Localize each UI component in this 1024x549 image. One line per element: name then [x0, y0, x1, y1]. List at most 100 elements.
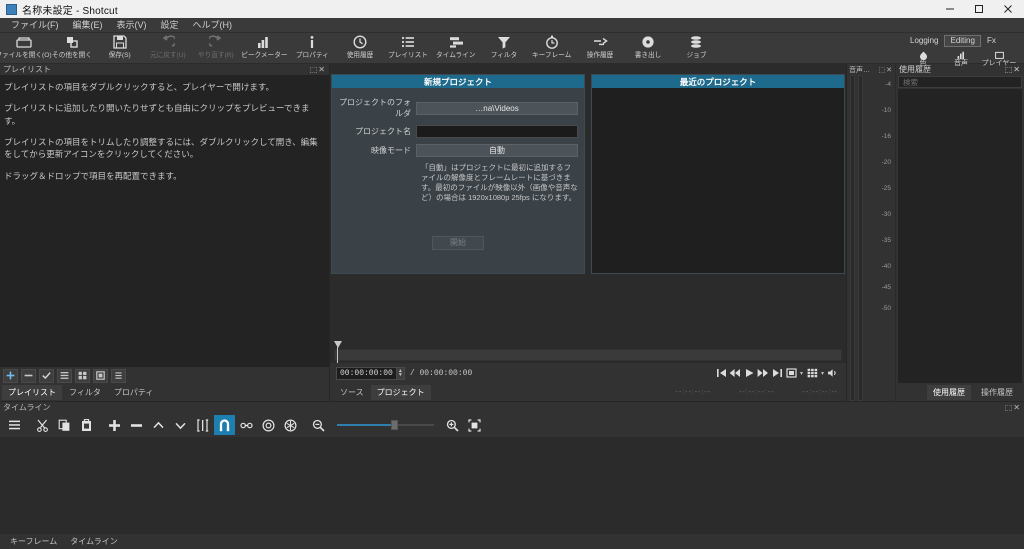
menu-edit[interactable]: 編集(E) [66, 18, 110, 32]
update-playlist-item-button[interactable] [39, 368, 54, 383]
tab-project[interactable]: プロジェクト [370, 384, 431, 400]
audio-meter-close-icon[interactable]: ⬚✕ [879, 66, 893, 74]
toolbar-jobs[interactable]: ジョブ [672, 33, 720, 64]
grid-chevron-down-icon[interactable]: ▾ [819, 370, 826, 377]
playlist-dock-close-icon[interactable]: ⬚✕ [310, 65, 326, 74]
layout-player-button[interactable]: プレイヤー [980, 50, 1018, 68]
tab-keyframes[interactable]: キーフレーム [4, 534, 63, 549]
tab-playlist[interactable]: プレイリスト [2, 385, 62, 400]
append-button[interactable] [104, 415, 125, 435]
audio-peak-meter-panel: 音声… ⬚✕ -4 -10 -16 -20 -25 -30 -35 -40 -4… [847, 64, 895, 401]
project-folder-input[interactable]: …na\Videos [416, 101, 578, 115]
remove-from-playlist-button[interactable] [21, 368, 36, 383]
close-button[interactable] [993, 0, 1022, 18]
title-bar: 名称未設定 - Shotcut [0, 0, 1024, 18]
toolbar-timeline[interactable]: タイムライン [432, 33, 480, 64]
layout-audio-button[interactable]: 音声 [942, 50, 980, 68]
menu-help[interactable]: ヘルプ(H) [186, 18, 240, 32]
zoom-timeline-fit-button[interactable] [464, 415, 485, 435]
player-scrub-bar[interactable] [330, 341, 846, 363]
lift-button[interactable] [148, 415, 169, 435]
toolbar-properties[interactable]: プロパティ [288, 33, 336, 64]
current-timecode-input[interactable]: 00:00:00:00 [336, 366, 397, 380]
scrub-while-dragging-button[interactable] [236, 415, 257, 435]
cut-button[interactable] [32, 415, 53, 435]
maximize-button[interactable] [964, 0, 993, 18]
toolbar-peak-meter[interactable]: ピークメーター [240, 33, 288, 64]
playhead-marker[interactable] [334, 341, 342, 348]
toolbar-redo[interactable]: やり直す(R) [192, 33, 240, 64]
overwrite-button[interactable] [170, 415, 191, 435]
playlist-icons-view-button[interactable] [93, 368, 108, 383]
toolbar-peak-meter-label: ピークメーター [240, 52, 288, 59]
ripple-delete-button[interactable] [126, 415, 147, 435]
video-mode-select[interactable]: 自動 [416, 144, 578, 157]
main-toolbar: ファイルを開く(O) その他を開く 保存(S) 元に戻す(U) やり直す(R) [0, 33, 1024, 67]
recent-search-input[interactable]: 検索 [898, 76, 1022, 88]
toolbar-recent[interactable]: 使用履歴 [336, 33, 384, 64]
ripple-all-tracks-button[interactable] [280, 415, 301, 435]
quickly-rewind-button[interactable] [728, 365, 742, 381]
menu-view[interactable]: 表示(V) [110, 18, 154, 32]
skip-to-start-button[interactable] [714, 365, 728, 381]
toolbar-open-other[interactable]: その他を開く [48, 33, 96, 64]
add-to-playlist-button[interactable] [3, 368, 18, 383]
skip-to-next-button[interactable] [770, 365, 784, 381]
project-name-input[interactable] [416, 125, 578, 138]
video-mode-row: 映像モード 自動 [338, 144, 578, 157]
set-in-out-button[interactable] [784, 365, 798, 381]
tab-source[interactable]: ソース [334, 385, 370, 400]
layout-fx-button[interactable]: Fx [981, 35, 1002, 47]
play-button[interactable] [742, 365, 756, 381]
playlist-hint: ドラッグ＆ドロップで項目を再配置できます。 [4, 170, 182, 181]
timeline-menu-button[interactable] [4, 415, 25, 435]
recent-projects-list[interactable] [592, 88, 844, 273]
toolbar-playlist[interactable]: プレイリスト [384, 33, 432, 64]
zoom-timeline-in-button[interactable] [442, 415, 463, 435]
toolbar-open-file[interactable]: ファイルを開く(O) [0, 33, 52, 64]
recent-items-list[interactable] [898, 89, 1022, 383]
set-in-out-chevron-down-icon[interactable]: ▾ [798, 370, 805, 377]
toolbar-undo[interactable]: 元に戻す(U) [144, 33, 192, 64]
toolbar-export[interactable]: 書き出し [624, 33, 672, 64]
toolbar-history[interactable]: 操作履歴 [576, 33, 624, 64]
timeline-dock-close-icon[interactable]: ⬚✕ [1005, 403, 1021, 412]
snap-button[interactable] [214, 415, 235, 435]
zoom-timeline-out-button[interactable] [308, 415, 329, 435]
timeline-zoom-slider[interactable] [333, 415, 438, 435]
timeline-tracks-area[interactable] [0, 437, 1024, 533]
recent-projects-panel: 最近のプロジェクト [591, 74, 845, 274]
split-button[interactable] [192, 415, 213, 435]
toolbar-keyframes[interactable]: キーフレーム [528, 33, 576, 64]
menu-settings[interactable]: 設定 [154, 18, 186, 32]
layout-editing-button[interactable]: Editing [944, 35, 981, 47]
quickly-forward-button[interactable] [756, 365, 770, 381]
playlist-tiles-view-button[interactable] [75, 368, 90, 383]
volume-button[interactable] [826, 365, 840, 381]
toolbar-properties-label: プロパティ [295, 52, 329, 59]
tab-filters[interactable]: フィルタ [63, 385, 107, 400]
tab-timeline[interactable]: タイムライン [64, 534, 123, 549]
new-project-body: プロジェクトのフォルダ …na\Videos プロジェクト名 映像モード 自動 [332, 88, 584, 273]
playlist-menu-button[interactable] [111, 368, 126, 383]
toolbar-filters[interactable]: フィルタ [480, 33, 528, 64]
layout-logging-button[interactable]: Logging [904, 35, 944, 47]
paste-button[interactable] [76, 415, 97, 435]
toolbar-save[interactable]: 保存(S) [96, 33, 144, 64]
layout-color-label: 色 [919, 60, 927, 67]
menu-file[interactable]: ファイル(F) [4, 18, 66, 32]
right-dock: 音声… ⬚✕ -4 -10 -16 -20 -25 -30 -35 -40 -4… [846, 64, 1024, 401]
tab-properties[interactable]: プロパティ [108, 385, 160, 400]
tab-recent[interactable]: 使用履歴 [927, 384, 971, 400]
ripple-button[interactable] [258, 415, 279, 435]
tab-history[interactable]: 操作履歴 [975, 385, 1019, 400]
grid-button[interactable] [805, 365, 819, 381]
layout-color-button[interactable]: 色 [904, 50, 942, 68]
copy-button[interactable] [54, 415, 75, 435]
timeline-zoom-handle[interactable] [391, 420, 398, 430]
timecode-spinner[interactable]: ▲ ▼ [396, 366, 405, 380]
recent-search-placeholder: 検索 [903, 77, 918, 87]
start-project-button[interactable]: 開始 [432, 235, 484, 250]
playlist-detail-view-button[interactable] [57, 368, 72, 383]
minimize-button[interactable] [935, 0, 964, 18]
